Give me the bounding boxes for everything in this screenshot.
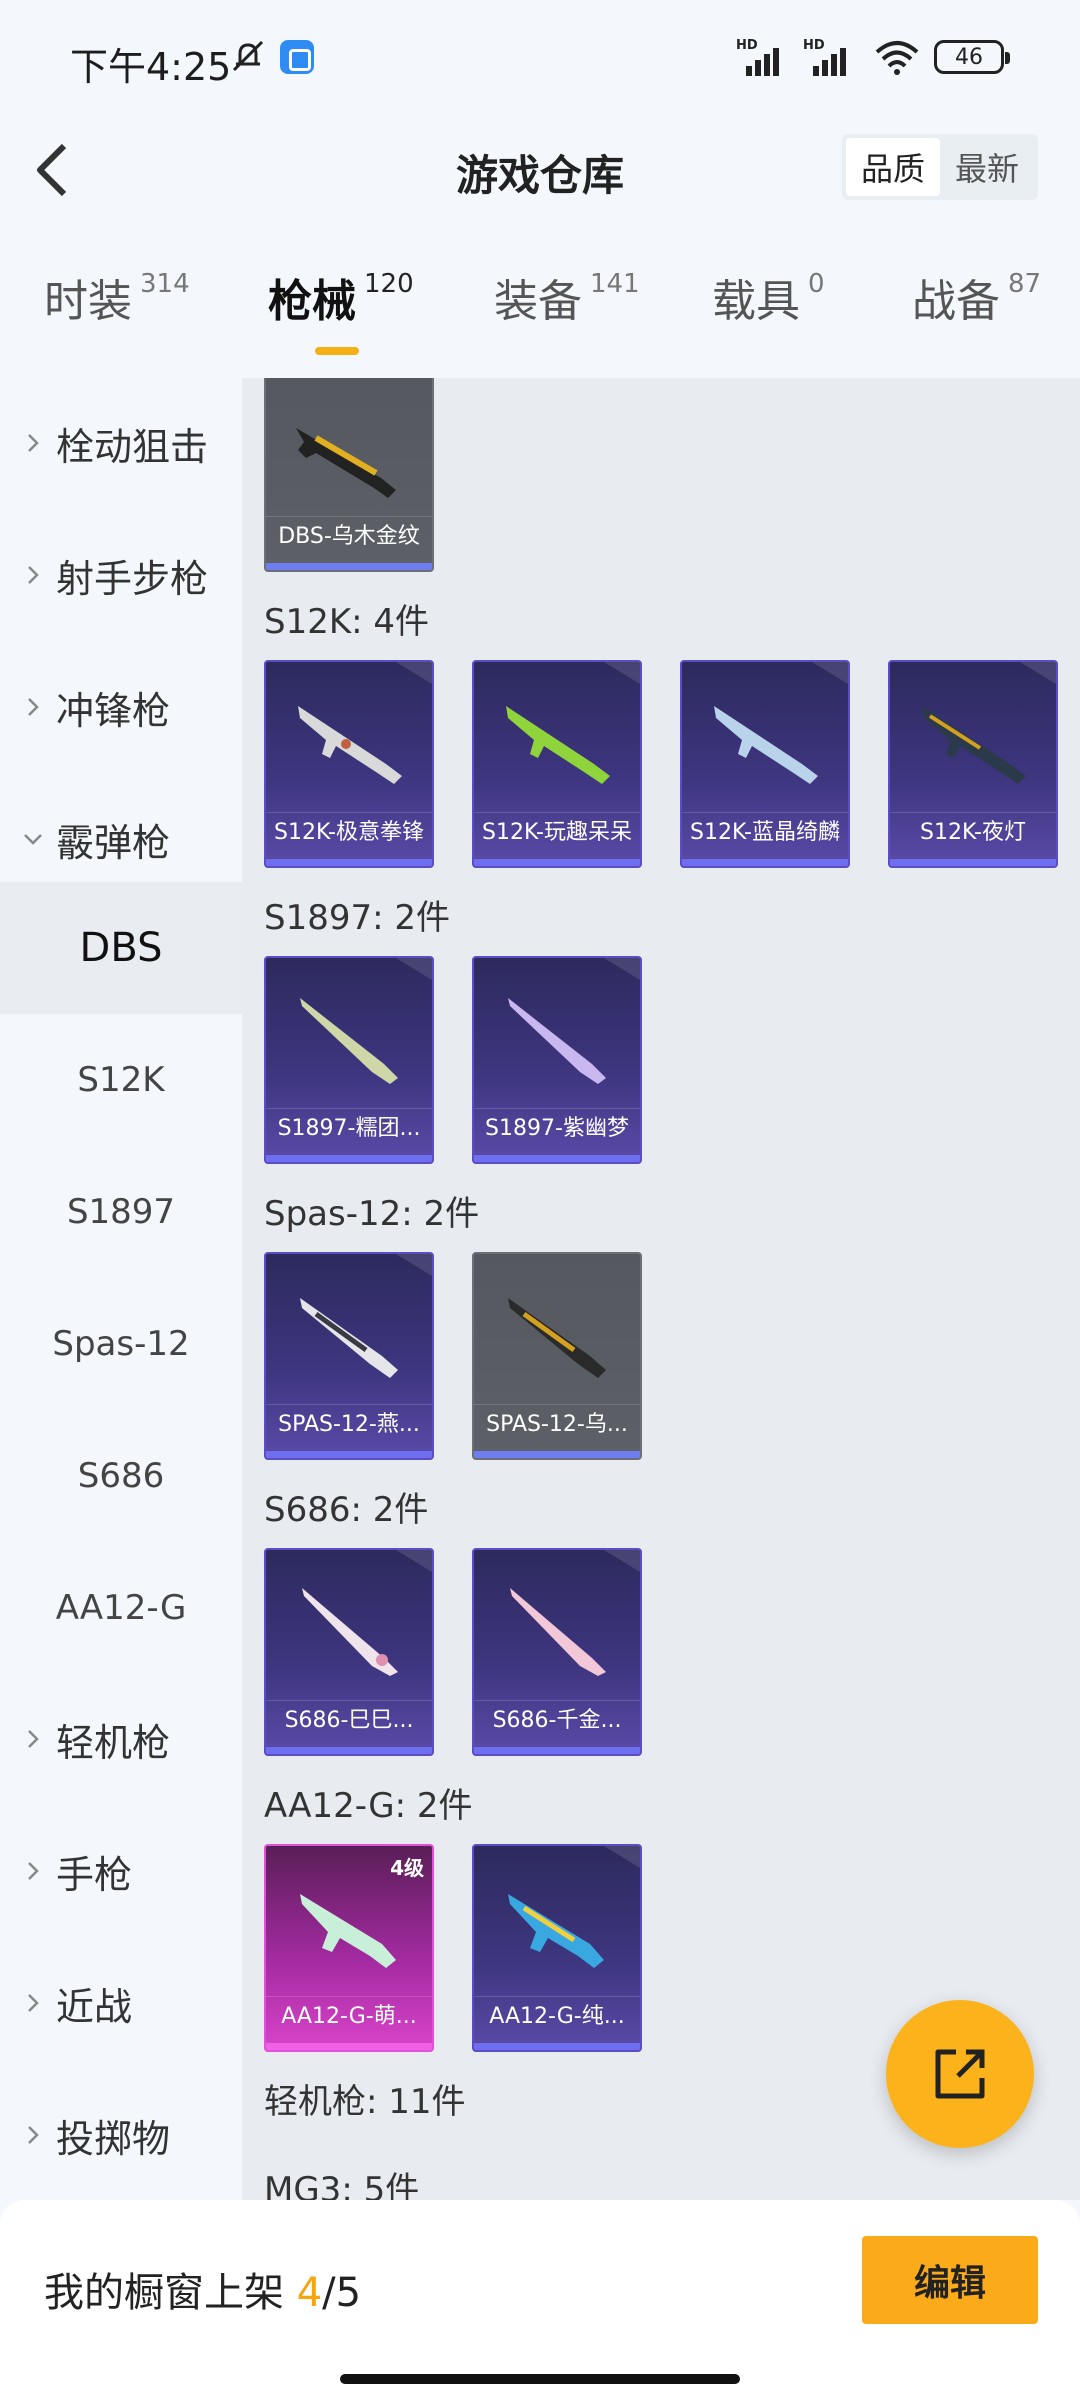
sort-toggle: 品质 最新 — [842, 134, 1038, 200]
sidebar-sub-dbs[interactable]: DBS — [0, 882, 242, 1014]
weapon-card[interactable]: AA12-G-纯... — [472, 1844, 642, 2052]
sidebar-item-marksman[interactable]: 射手步枪 — [0, 510, 242, 640]
weapon-card[interactable]: S1897-紫幽梦 — [472, 956, 642, 1164]
weapon-card[interactable]: 4级 AA12-G-萌... — [264, 1844, 434, 2052]
weapon-card[interactable]: S12K-夜灯 — [888, 660, 1058, 868]
section-title: AA12-G: 2件 — [264, 1786, 473, 1826]
share-button[interactable] — [886, 2000, 1034, 2148]
weapon-sidebar: 栓动狙击 射手步枪 冲锋枪 霰弹枪 DBS S12K S1897 Spas-12… — [0, 378, 242, 2200]
sidebar-sub-s686[interactable]: S686 — [0, 1410, 242, 1542]
app-notification-icon — [280, 40, 314, 74]
chevron-right-icon — [28, 698, 39, 716]
shotgun-icon — [296, 428, 396, 498]
showcase-status: 我的橱窗上架 4/5 — [44, 2270, 362, 2316]
chevron-right-icon — [28, 2126, 39, 2144]
sidebar-item-throwable[interactable]: 投掷物 — [0, 2070, 242, 2200]
shotgun-icon — [510, 1588, 606, 1676]
sidebar-sub-s1897[interactable]: S1897 — [0, 1146, 242, 1278]
tab-supplies[interactable]: 战备 87 — [912, 265, 1041, 365]
sidebar-item-melee[interactable]: 近战 — [0, 1938, 242, 2068]
rifle-icon — [300, 1894, 396, 1968]
chevron-down-icon — [24, 834, 42, 845]
rifle-icon — [714, 706, 818, 784]
weapon-card[interactable]: SPAS-12-燕... — [264, 1252, 434, 1460]
showcase-total: /5 — [322, 2270, 362, 2316]
sidebar-sub-aa12g[interactable]: AA12-G — [0, 1542, 242, 1674]
rifle-icon — [922, 706, 1026, 784]
section-title: MG3: 5件 — [264, 2170, 420, 2200]
tab-equipment[interactable]: 装备 141 — [494, 265, 640, 365]
tab-vehicles[interactable]: 载具 0 — [712, 265, 825, 365]
shotgun-icon — [300, 998, 398, 1084]
sort-newest-button[interactable]: 最新 — [940, 138, 1034, 196]
header: 游戏仓库 品质 最新 — [0, 120, 1080, 220]
battery-icon: 46 — [934, 40, 1010, 74]
chevron-right-icon — [28, 1994, 39, 2012]
sidebar-item-lmg[interactable]: 轻机枪 — [0, 1674, 242, 1804]
section-title: Spas-12: 2件 — [264, 1194, 480, 1234]
sidebar-sub-s12k[interactable]: S12K — [0, 1014, 242, 1146]
battery-level: 46 — [955, 44, 983, 70]
sidebar-item-pistol[interactable]: 手枪 — [0, 1806, 242, 1936]
section-title: 轻机枪: 11件 — [264, 2082, 466, 2122]
share-export-icon — [935, 2049, 985, 2099]
signal-icon: HD — [736, 38, 796, 76]
weapon-card[interactable]: S12K-蓝晶绮麟 — [680, 660, 850, 868]
showcase-footer: 我的橱窗上架 4/5 编辑 — [0, 2200, 1080, 2400]
bell-muted-icon — [232, 40, 264, 72]
weapon-card[interactable]: DBS-乌木金纹 — [264, 378, 434, 572]
weapon-card[interactable]: S12K-极意拳锋 — [264, 660, 434, 868]
status-time: 下午4:25 — [70, 45, 232, 89]
category-tabs: 时装 314 枪械 120 装备 141 载具 0 战备 87 — [0, 265, 1080, 365]
section-title: S686: 2件 — [264, 1490, 429, 1530]
chevron-right-icon — [28, 1862, 39, 1880]
sidebar-item-smg[interactable]: 冲锋枪 — [0, 642, 242, 772]
rifle-icon — [508, 1894, 604, 1968]
wifi-icon — [875, 41, 919, 75]
weapon-grid: DBS-乌木金纹 S12K: 4件 S12K-极意拳锋 S12K-玩趣呆呆 S1… — [242, 378, 1080, 2200]
rifle-icon — [298, 706, 402, 784]
chevron-right-icon — [28, 434, 39, 452]
sort-quality-button[interactable]: 品质 — [846, 138, 940, 196]
active-tab-indicator — [315, 347, 359, 355]
status-bar: 下午4:25 HD HD 46 — [0, 0, 1080, 120]
showcase-count: 4 — [296, 2270, 323, 2316]
weapon-card[interactable]: SPAS-12-乌... — [472, 1252, 642, 1460]
weapon-card[interactable]: S1897-糯团... — [264, 956, 434, 1164]
chevron-right-icon — [28, 566, 39, 584]
rifle-icon — [506, 706, 610, 784]
weapon-card[interactable]: S12K-玩趣呆呆 — [472, 660, 642, 868]
edit-button[interactable]: 编辑 — [862, 2236, 1038, 2324]
section-title: S1897: 2件 — [264, 898, 451, 938]
signal-icon-2: HD — [803, 38, 863, 76]
shotgun-icon — [508, 998, 606, 1084]
shotgun-icon — [508, 1298, 606, 1378]
shotgun-icon — [300, 1298, 398, 1378]
shotgun-icon — [302, 1588, 398, 1676]
section-title: S12K: 4件 — [264, 602, 430, 642]
sidebar-item-bolt-sniper[interactable]: 栓动狙击 — [0, 378, 242, 508]
sidebar-sub-spas12[interactable]: Spas-12 — [0, 1278, 242, 1410]
chevron-right-icon — [28, 1730, 39, 1748]
home-indicator[interactable] — [340, 2374, 740, 2384]
tab-fashion[interactable]: 时装 314 — [44, 265, 190, 365]
weapon-card[interactable]: S686-巳巳... — [264, 1548, 434, 1756]
weapon-card[interactable]: S686-千金... — [472, 1548, 642, 1756]
